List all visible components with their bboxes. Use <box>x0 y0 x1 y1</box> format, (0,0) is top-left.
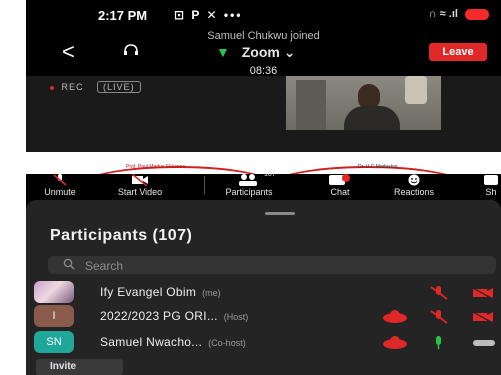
recording-indicator: REC (LIVE) <box>50 81 141 93</box>
participant-name: 2022/2023 PG ORI... (Host) <box>100 309 249 323</box>
search-input[interactable] <box>83 256 487 276</box>
participant-role: (me) <box>202 288 221 298</box>
rec-dot-icon <box>50 85 54 90</box>
slide-caption-left: Prof. Paul Madus Ekkenne <box>126 164 186 170</box>
participants-panel: Participants (107) Ify Evangel Obim(me) … <box>26 200 501 375</box>
participants-icon <box>239 174 257 186</box>
meeting-title-dropdown[interactable]: ▼ Zoom ⌄ <box>216 44 295 61</box>
participant-role: (Co-host) <box>208 338 246 348</box>
avatar: I <box>34 305 74 327</box>
video-area: REC (LIVE) <box>26 76 501 152</box>
meeting-toolbar: Unmute Start Video 107 Participants Chat <box>26 171 501 198</box>
participant-search[interactable] <box>48 256 496 276</box>
participants-title: Participants (107) <box>50 227 193 244</box>
background-lamp <box>405 76 427 104</box>
participant-role: (Host) <box>223 312 249 322</box>
row-status-icons <box>381 309 501 330</box>
cloud-recording-icon <box>383 336 407 349</box>
cloud-recording-icon <box>383 310 407 323</box>
reactions-icon <box>408 174 420 186</box>
status-bar: 2:17 PM ⊡ P ✕ ••• ∩ ≈ .ıl <box>26 8 501 26</box>
row-status-icons <box>381 335 501 356</box>
start-video-button[interactable]: Start Video <box>108 174 172 197</box>
participants-button[interactable]: 107 Participants <box>214 171 284 197</box>
share-icon <box>484 175 498 185</box>
rec-label: REC <box>61 82 84 92</box>
chat-label: Chat <box>330 187 350 197</box>
chevron-down-icon: ⌄ <box>283 44 296 60</box>
participant-row[interactable]: I 2022/2023 PG ORI... (Host) <box>26 305 501 329</box>
meeting-title: Zoom <box>241 44 280 60</box>
signal-wifi-icon: ∩ ≈ .ıl <box>428 8 458 20</box>
share-button[interactable]: Sh <box>481 174 501 197</box>
participants-count: 107 <box>264 171 276 178</box>
live-badge: (LIVE) <box>97 81 141 93</box>
video-off-icon <box>470 286 494 300</box>
status-right-icons: ∩ ≈ .ıl <box>429 8 489 20</box>
search-icon <box>63 258 75 270</box>
shield-icon: ▼ <box>216 44 230 60</box>
participants-label: Participants <box>225 187 273 197</box>
leave-button[interactable]: Leave <box>429 43 487 61</box>
start-video-label: Start Video <box>117 187 163 197</box>
chat-button[interactable]: Chat <box>320 174 360 197</box>
video-off-icon <box>131 174 148 186</box>
sheet-grabber-handle[interactable] <box>265 212 295 215</box>
unmute-label: Unmute <box>44 187 76 197</box>
audio-headset-icon[interactable] <box>123 43 139 62</box>
battery-icon <box>465 8 489 20</box>
speaker-body <box>344 106 400 130</box>
reactions-button[interactable]: Reactions <box>384 174 444 197</box>
row-status-icons <box>381 285 501 306</box>
mic-active-icon <box>436 336 441 349</box>
video-thumbnail[interactable] <box>286 76 441 130</box>
meeting-top-bar: < ▼ Zoom ⌄ Leave <box>26 39 501 65</box>
reactions-label: Reactions <box>393 187 435 197</box>
invite-button[interactable]: Invite <box>36 359 123 375</box>
mic-muted-icon <box>53 174 67 186</box>
status-left-icons: ⊡ P ✕ ••• <box>174 8 243 22</box>
status-time: 2:17 PM <box>98 8 148 23</box>
video-off-icon <box>470 310 494 324</box>
video-off-icon <box>473 340 495 346</box>
slide-caption-right: Dr. U.C Maduskor <box>358 164 398 170</box>
zoom-meeting-screen: 2:17 PM ⊡ P ✕ ••• ∩ ≈ .ıl Samuel Chukwu … <box>26 0 501 375</box>
toolbar-divider <box>204 176 205 194</box>
back-chevron-icon[interactable]: < <box>62 39 75 65</box>
mic-muted-icon <box>430 286 448 300</box>
avatar: SN <box>34 331 74 353</box>
background-door <box>296 80 326 130</box>
participant-name: Ify Evangel Obim (me) <box>100 285 221 299</box>
participant-row[interactable]: Ify Evangel Obim (me) <box>26 281 501 305</box>
participant-row[interactable]: SN Samuel Nwacho... (Co-host) <box>26 331 501 355</box>
unmute-button[interactable]: Unmute <box>38 174 82 197</box>
mic-muted-icon <box>430 310 448 324</box>
chat-icon <box>329 174 350 185</box>
participant-name: Samuel Nwacho... (Co-host) <box>100 335 246 349</box>
share-label: Sh <box>485 187 497 197</box>
avatar <box>34 281 74 303</box>
